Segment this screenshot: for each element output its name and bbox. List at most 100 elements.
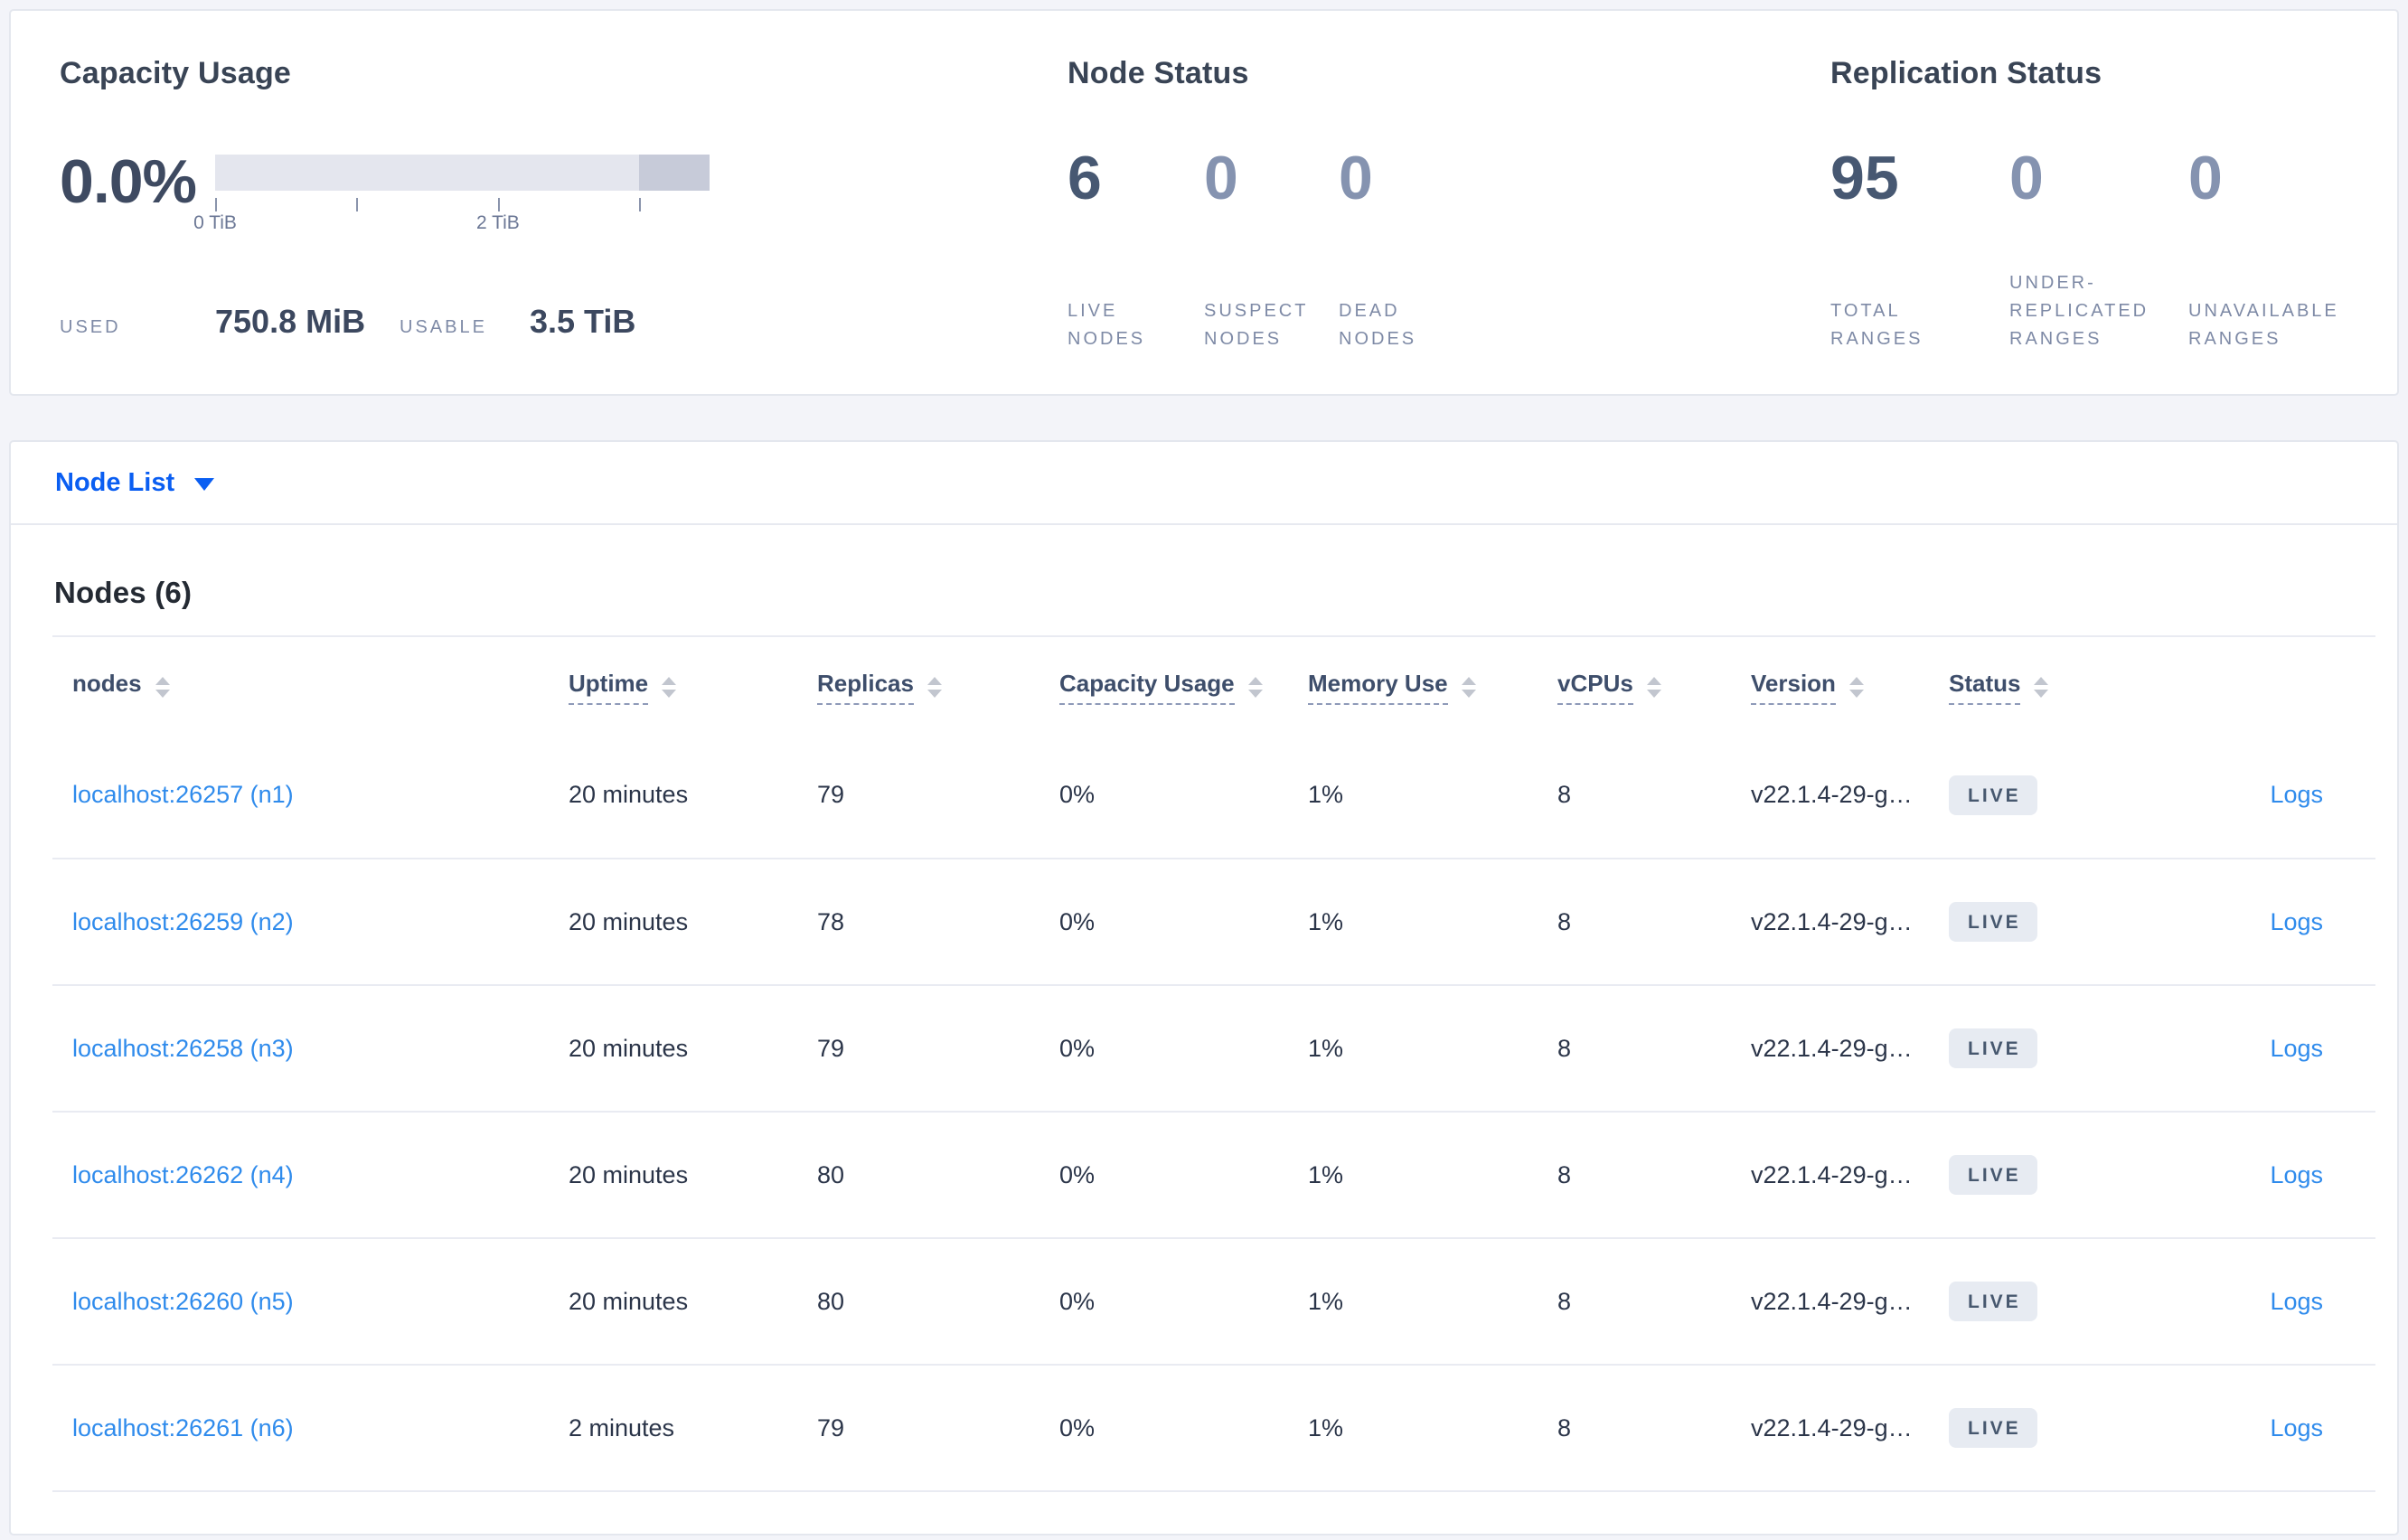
used-value: 750.8 MiB <box>215 303 366 340</box>
node-link[interactable]: localhost:26260 (n5) <box>72 1288 294 1315</box>
column-header-status[interactable]: Status <box>1949 636 2166 732</box>
sort-arrows-icon[interactable] <box>2034 677 2049 698</box>
node-link[interactable]: localhost:26259 (n2) <box>72 908 294 935</box>
metric-label: UNDER-REPLICATED RANGES <box>2009 273 2149 349</box>
sort-arrows-icon[interactable] <box>1247 677 1263 698</box>
vcpus-cell: 8 <box>1557 781 1572 808</box>
uptime-cell: 20 minutes <box>569 858 817 985</box>
metric-value: 0 <box>2188 144 2223 212</box>
status-badge: LIVE <box>1949 775 2037 815</box>
capacity-usage-cell: 0% <box>1059 1364 1308 1491</box>
logs-link[interactable]: Logs <box>2270 908 2323 935</box>
column-header-label: Uptime <box>569 670 649 705</box>
node-link[interactable]: localhost:26257 (n1) <box>72 781 294 808</box>
metric-value: 95 <box>1830 144 1899 212</box>
capacity-axis-tick-label: 0 TiB <box>193 212 237 233</box>
sort-arrows-icon[interactable] <box>1461 677 1476 698</box>
uptime-cell: 20 minutes <box>569 1111 817 1238</box>
column-header-memory-use[interactable]: Memory Use <box>1308 636 1557 732</box>
node-list-card: Node List Nodes (6) nodes Uptime Replicas C… <box>9 440 2399 1535</box>
usable-label: USABLE <box>400 317 487 337</box>
logs-link[interactable]: Logs <box>2270 1414 2323 1441</box>
capacity-axis-tick-label: 2 TiB <box>475 212 520 233</box>
capacity-axis-tick <box>215 198 217 211</box>
metric-label: DEAD NODES <box>1339 301 1417 349</box>
replicas-cell: 78 <box>817 858 1059 985</box>
capacity-usage-title: Capacity Usage <box>60 56 292 90</box>
node-cell: localhost:26262 (n4) <box>52 1111 569 1238</box>
column-header-uptime[interactable]: Uptime <box>569 636 817 732</box>
replicas-cell: 79 <box>817 1364 1059 1491</box>
logs-link[interactable]: Logs <box>2270 1161 2323 1188</box>
summary-metric: 0 UNDER-REPLICATED RANGES <box>2009 147 2188 353</box>
logs-link[interactable]: Logs <box>2270 1288 2323 1315</box>
vcpus-cell: 8 <box>1557 858 1751 985</box>
node-list-dropdown[interactable]: Node List <box>11 442 2397 525</box>
sort-arrows-icon[interactable] <box>1646 677 1661 698</box>
summary-metric: 0 SUSPECT NODES <box>1204 147 1339 353</box>
version-cell: v22.1.4-29-g… <box>1751 984 1949 1112</box>
capacity-axis-tick <box>638 198 641 211</box>
logs-cell: Logs <box>2166 1111 2375 1238</box>
metric-value: 0 <box>1339 144 1373 212</box>
status-cell: LIVE <box>1949 984 2166 1112</box>
metric-value: 0 <box>2009 144 2044 212</box>
logs-link[interactable]: Logs <box>2270 1035 2323 1062</box>
status-cell: LIVE <box>1949 1364 2166 1491</box>
table-header-row: nodes Uptime Replicas Capacity Usage Memory … <box>52 636 2375 732</box>
node-link[interactable]: localhost:26258 (n3) <box>72 1035 294 1062</box>
capacity-axis-tick <box>497 198 500 211</box>
replication-status-section: Replication Status 95 TOTAL RANGES 0 UNDER-… <box>1830 56 2397 394</box>
sort-arrows-icon[interactable] <box>927 677 942 698</box>
version-cell: v22.1.4-29-g… <box>1751 781 1913 808</box>
vcpus-cell: 8 <box>1557 1364 1751 1491</box>
summary-metric: 0 UNAVAILABLE RANGES <box>2188 147 2349 353</box>
vcpus-cell: 8 <box>1557 1111 1751 1238</box>
column-header-capacity-usage[interactable]: Capacity Usage <box>1059 636 1308 732</box>
replication-status-title: Replication Status <box>1830 56 2102 90</box>
capacity-percent: 0.0% <box>60 147 197 216</box>
node-link[interactable]: localhost:26262 (n4) <box>72 1161 294 1188</box>
table-row: localhost:26258 (n3) 20 minutes 79 0% 1% 8 v22… <box>52 984 2375 1112</box>
sort-arrows-icon[interactable] <box>662 677 677 698</box>
sort-arrows-icon[interactable] <box>1848 677 1864 698</box>
node-link[interactable]: localhost:26261 (n6) <box>72 1414 294 1441</box>
capacity-usage-cell: 0% <box>1059 1237 1308 1365</box>
sort-arrows-icon[interactable] <box>155 677 170 698</box>
status-badge: LIVE <box>1949 902 2037 942</box>
node-cell: localhost:26260 (n5) <box>52 1237 569 1365</box>
metric-value: 6 <box>1068 144 1102 212</box>
node-status-section: Node Status 6 LIVE NODES 0 SUSPECT NODES 0 DE… <box>1068 56 1830 394</box>
table-row: localhost:26260 (n5) 20 minutes 80 0% 1% 8 v22… <box>52 1237 2375 1365</box>
usable-value: 3.5 TiB <box>530 303 636 340</box>
version-cell: v22.1.4-29-g… <box>1751 1111 1949 1238</box>
column-header-replicas[interactable]: Replicas <box>817 636 1059 732</box>
summary-metric: 0 DEAD NODES <box>1339 147 1445 353</box>
status-cell: LIVE <box>1949 732 2166 859</box>
status-cell: LIVE <box>1949 1237 2166 1365</box>
memory-use-cell: 1% <box>1308 1111 1557 1238</box>
version-cell: v22.1.4-29-g… <box>1751 1237 1949 1365</box>
capacity-bar-dark-segment <box>638 155 710 191</box>
memory-use-cell: 1% <box>1308 1237 1557 1365</box>
column-header-logs <box>2166 636 2375 732</box>
logs-cell: Logs <box>2166 984 2375 1112</box>
capacity-usage-cell: 0% <box>1059 984 1308 1112</box>
logs-cell: Logs <box>2166 1237 2375 1365</box>
column-header-vcpus[interactable]: vCPUs <box>1557 636 1751 732</box>
vcpus-cell: 8 <box>1557 1237 1751 1365</box>
replicas-cell: 80 <box>817 1111 1059 1238</box>
node-cell: localhost:26261 (n6) <box>52 1364 569 1491</box>
logs-link[interactable]: Logs <box>2270 781 2323 808</box>
column-header-nodes[interactable]: nodes <box>52 636 569 732</box>
column-header-version[interactable]: Version <box>1751 636 1949 732</box>
vcpus-cell: 8 <box>1557 984 1751 1112</box>
replicas-cell: 79 <box>817 984 1059 1112</box>
logs-cell: Logs <box>2166 1364 2375 1491</box>
column-header-label: Version <box>1751 670 1836 705</box>
status-badge: LIVE <box>1949 1028 2037 1068</box>
capacity-usage-cell: 0% <box>1059 781 1096 808</box>
logs-cell: Logs <box>2166 858 2375 985</box>
replicas-cell: 80 <box>817 1237 1059 1365</box>
status-cell: LIVE <box>1949 1111 2166 1238</box>
